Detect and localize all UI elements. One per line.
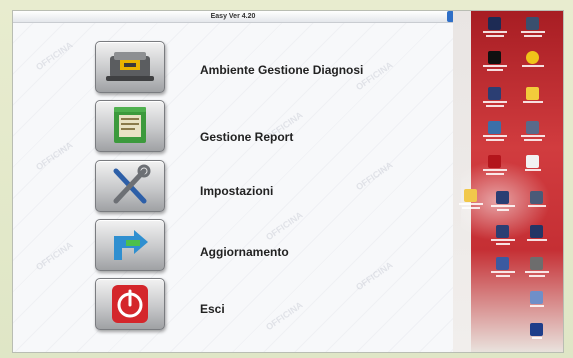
desktop-shortcut-icon[interactable] bbox=[519, 17, 547, 43]
tools-icon[interactable] bbox=[95, 160, 165, 212]
app-title: Easy Ver 4.20 bbox=[210, 13, 256, 20]
menu-item-gestione-report[interactable]: Gestione Report bbox=[13, 100, 453, 152]
desktop-background bbox=[453, 11, 563, 352]
easy-app-window: Easy Ver 4.20 OFFICINA OFFICINA OFFICINA… bbox=[13, 11, 454, 352]
photo-frame: Easy Ver 4.20 OFFICINA OFFICINA OFFICINA… bbox=[0, 0, 573, 358]
desktop-shortcut-icon[interactable] bbox=[523, 257, 551, 283]
desktop-shortcut-icon[interactable] bbox=[481, 155, 509, 181]
desktop-shortcut-icon[interactable] bbox=[489, 225, 517, 251]
menu-label: Ambiente Gestione Diagnosi bbox=[200, 63, 364, 77]
menu-label: Esci bbox=[200, 302, 225, 316]
star-icon[interactable] bbox=[519, 51, 547, 77]
menu-item-ambiente-gestione-diagnosi[interactable]: Ambiente Gestione Diagnosi bbox=[13, 41, 453, 93]
menu-item-aggiornamento[interactable]: Aggiornamento bbox=[13, 219, 453, 271]
desktop-shortcut-icon[interactable] bbox=[481, 51, 509, 77]
desktop-shortcut-icon[interactable] bbox=[489, 257, 517, 283]
desktop-shortcut-icon[interactable] bbox=[481, 87, 509, 113]
desktop-screen: Easy Ver 4.20 OFFICINA OFFICINA OFFICINA… bbox=[12, 10, 564, 353]
menu-label: Impostazioni bbox=[200, 184, 274, 198]
desktop-shortcut-icon[interactable] bbox=[481, 121, 509, 147]
app-title-bar: Easy Ver 4.20 bbox=[13, 11, 454, 23]
menu-label: Aggiornamento bbox=[200, 245, 289, 259]
update-arrow-icon[interactable] bbox=[95, 219, 165, 271]
folder-report-icon[interactable] bbox=[95, 100, 165, 152]
menu-label: Gestione Report bbox=[200, 130, 294, 144]
power-icon[interactable] bbox=[95, 278, 165, 330]
folder-icon[interactable] bbox=[457, 189, 485, 215]
desktop-shortcut-icon[interactable] bbox=[523, 323, 551, 349]
printer-icon[interactable] bbox=[95, 41, 165, 93]
desktop-shortcut-icon[interactable] bbox=[523, 225, 551, 251]
desktop-shortcut-icon[interactable] bbox=[523, 291, 551, 317]
desktop-shortcut-icon[interactable] bbox=[519, 121, 547, 147]
desktop-shortcut-icon[interactable] bbox=[481, 17, 509, 43]
menu-item-impostazioni[interactable]: Impostazioni bbox=[13, 160, 453, 212]
menu-item-esci[interactable]: Esci bbox=[13, 278, 453, 330]
key-icon[interactable] bbox=[519, 87, 547, 113]
desktop-shortcut-icon[interactable] bbox=[523, 191, 551, 217]
desktop-shortcut-icon[interactable] bbox=[489, 191, 517, 217]
desktop-shortcut-icon[interactable] bbox=[519, 155, 547, 181]
